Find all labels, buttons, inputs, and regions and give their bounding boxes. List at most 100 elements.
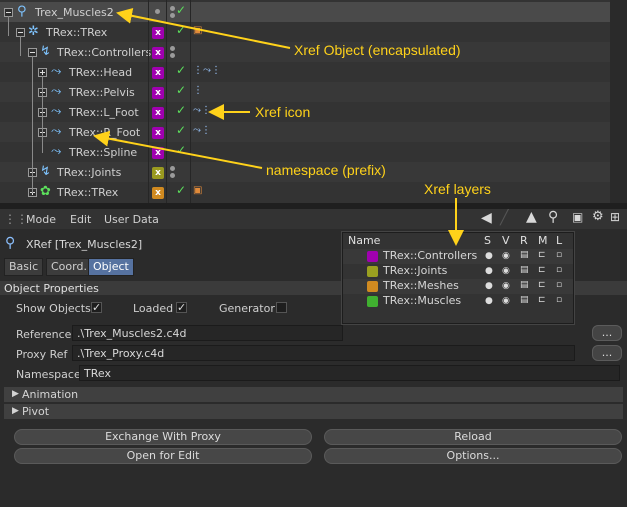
visible-toggle-icon[interactable]: ◉ <box>502 296 510 306</box>
new-panel-icon[interactable]: ⊞ <box>610 210 620 224</box>
enabled-check[interactable]: ✓ <box>176 123 186 137</box>
solo-toggle[interactable]: ● <box>485 281 493 291</box>
layer-color-swatch[interactable] <box>367 266 378 277</box>
layer-tag[interactable]: x <box>152 107 164 119</box>
visibility-dot[interactable] <box>170 166 175 171</box>
solo-toggle[interactable]: ● <box>485 266 493 276</box>
scrollbar[interactable] <box>610 0 627 203</box>
tab-basic[interactable]: Basic <box>4 258 44 276</box>
render-toggle-icon[interactable]: ▤ <box>520 280 529 290</box>
lock-toggle-icon[interactable]: ▫ <box>556 295 562 305</box>
render-toggle-icon[interactable]: ▤ <box>520 250 529 260</box>
reload-button[interactable]: Reload <box>324 429 622 445</box>
layer-row[interactable]: TRex::Muscles ● ◉ ▤ ⊏ ▫ <box>343 294 573 309</box>
tab-object[interactable]: Object <box>88 258 134 276</box>
layer-row[interactable]: TRex::Joints ● ◉ ▤ ⊏ ▫ <box>343 264 573 279</box>
layer-tag[interactable]: x <box>152 187 164 199</box>
menu-edit[interactable]: Edit <box>70 213 91 226</box>
render-toggle-icon[interactable]: ▤ <box>520 265 529 275</box>
controller-icon: ⤳ <box>51 104 62 119</box>
enabled-check[interactable]: ✓ <box>176 143 186 157</box>
visibility-dot[interactable] <box>170 13 175 18</box>
layer-row[interactable]: TRex::Controllers ● ◉ ▤ ⊏ ▫ <box>343 249 573 264</box>
enabled-check[interactable]: ✓ <box>176 3 186 17</box>
tab-coord[interactable]: Coord. <box>46 258 92 276</box>
lock-toggle-icon[interactable]: ▫ <box>556 280 562 290</box>
xref-tag-icon[interactable]: ▣ <box>193 185 202 196</box>
show-objects-checkbox[interactable]: ✓ <box>91 302 102 313</box>
enabled-check[interactable]: ✓ <box>176 83 186 97</box>
visible-toggle-icon[interactable]: ◉ <box>502 281 510 291</box>
visible-toggle-icon[interactable]: ◉ <box>502 266 510 276</box>
xref-tag-icon[interactable]: ▣ <box>193 25 202 36</box>
xref-tag-icon[interactable]: ⋮⤳⋮ <box>193 65 221 76</box>
enabled-check[interactable]: ✓ <box>176 183 186 197</box>
xref-tag-icon[interactable]: ⋮ <box>193 85 203 96</box>
layer-tag[interactable]: x <box>152 127 164 139</box>
solo-toggle[interactable]: ● <box>485 296 493 306</box>
enabled-check[interactable]: ✓ <box>176 23 186 37</box>
menu-user-data[interactable]: User Data <box>104 213 159 226</box>
visibility-dot[interactable] <box>170 46 175 51</box>
visibility-dot[interactable] <box>170 173 175 178</box>
generator-checkbox[interactable] <box>276 302 287 313</box>
cursor-icon[interactable]: ▲ <box>526 209 537 225</box>
solo-toggle[interactable]: ● <box>485 251 493 261</box>
reference-browse-button[interactable]: ... <box>592 325 622 341</box>
manager-toggle-icon[interactable]: ⊏ <box>538 265 546 275</box>
pivot-label: Pivot <box>22 405 50 418</box>
lock-toggle-icon[interactable]: ▫ <box>556 250 562 260</box>
layer-tag[interactable]: x <box>152 47 164 59</box>
proxy-browse-button[interactable]: ... <box>592 345 622 361</box>
lock-toggle-icon[interactable]: ▫ <box>556 265 562 275</box>
controller-icon: ⤳ <box>51 84 62 99</box>
layer-tag[interactable]: x <box>152 27 164 39</box>
reference-field[interactable]: .\Trex_Muscles2.c4d <box>72 325 343 341</box>
exchange-with-proxy-button[interactable]: Exchange With Proxy <box>14 429 312 445</box>
enabled-check[interactable]: ✓ <box>176 63 186 77</box>
manager-toggle-icon[interactable]: ⊏ <box>538 295 546 305</box>
object-row[interactable]: ✿ TRex::TRex <box>0 182 610 202</box>
open-for-edit-button[interactable]: Open for Edit <box>14 448 312 464</box>
layer-tag[interactable]: x <box>152 167 164 179</box>
namespace-field[interactable]: TRex <box>79 365 620 381</box>
layer-color-swatch[interactable] <box>367 296 378 307</box>
layer-name: TRex::Muscles <box>383 294 462 307</box>
lock-icon[interactable]: ▣ <box>572 210 583 224</box>
object-row[interactable]: ✲ TRex::TRex <box>0 22 610 42</box>
enabled-check[interactable]: ✓ <box>176 103 186 117</box>
animation-group[interactable]: ▶ Animation <box>4 387 623 402</box>
column-header-m: M <box>538 234 548 247</box>
layer-dot[interactable] <box>155 9 160 14</box>
layer-tag[interactable]: x <box>152 67 164 79</box>
visibility-dot[interactable] <box>170 6 175 11</box>
back-arrow-icon[interactable]: ◀ <box>481 210 492 226</box>
options-button[interactable]: Options... <box>324 448 622 464</box>
layer-tag[interactable]: x <box>152 87 164 99</box>
xref-tag-icon[interactable]: ⤳⋮ <box>193 105 211 116</box>
annotation-xref-object: Xref Object (encapsulated) <box>294 42 461 58</box>
settings-icon[interactable]: ⚙ <box>592 209 604 224</box>
xref-tag-icon[interactable]: ⤳⋮ <box>193 125 211 136</box>
loaded-checkbox[interactable]: ✓ <box>176 302 187 313</box>
menu-mode[interactable]: Mode <box>26 213 56 226</box>
layer-row[interactable]: TRex::Meshes ● ◉ ▤ ⊏ ▫ <box>343 279 573 294</box>
pivot-group[interactable]: ▶ Pivot <box>4 404 623 419</box>
object-row[interactable]: ⤳ TRex::Head <box>0 62 610 82</box>
manager-toggle-icon[interactable]: ⊏ <box>538 280 546 290</box>
forward-arrow-icon[interactable]: ╱ <box>500 210 508 226</box>
object-row[interactable]: ⤳ TRex::R_Foot <box>0 122 610 142</box>
layer-color-swatch[interactable] <box>367 281 378 292</box>
search-icon[interactable]: ⚲ <box>548 209 558 225</box>
layer-color-swatch[interactable] <box>367 251 378 262</box>
object-row[interactable]: ⤳ TRex::Pelvis <box>0 82 610 102</box>
proxy-field[interactable]: .\Trex_Proxy.c4d <box>72 345 575 361</box>
visibility-dot[interactable] <box>170 53 175 58</box>
render-toggle-icon[interactable]: ▤ <box>520 295 529 305</box>
manager-toggle-icon[interactable]: ⊏ <box>538 250 546 260</box>
object-row[interactable]: ⚲ Trex_Muscles2 <box>0 2 610 22</box>
spline-icon: ⤳ <box>51 144 62 159</box>
object-row[interactable]: ⤳ TRex::Spline <box>0 142 610 162</box>
layer-tag[interactable]: x <box>152 147 164 159</box>
visible-toggle-icon[interactable]: ◉ <box>502 251 510 261</box>
